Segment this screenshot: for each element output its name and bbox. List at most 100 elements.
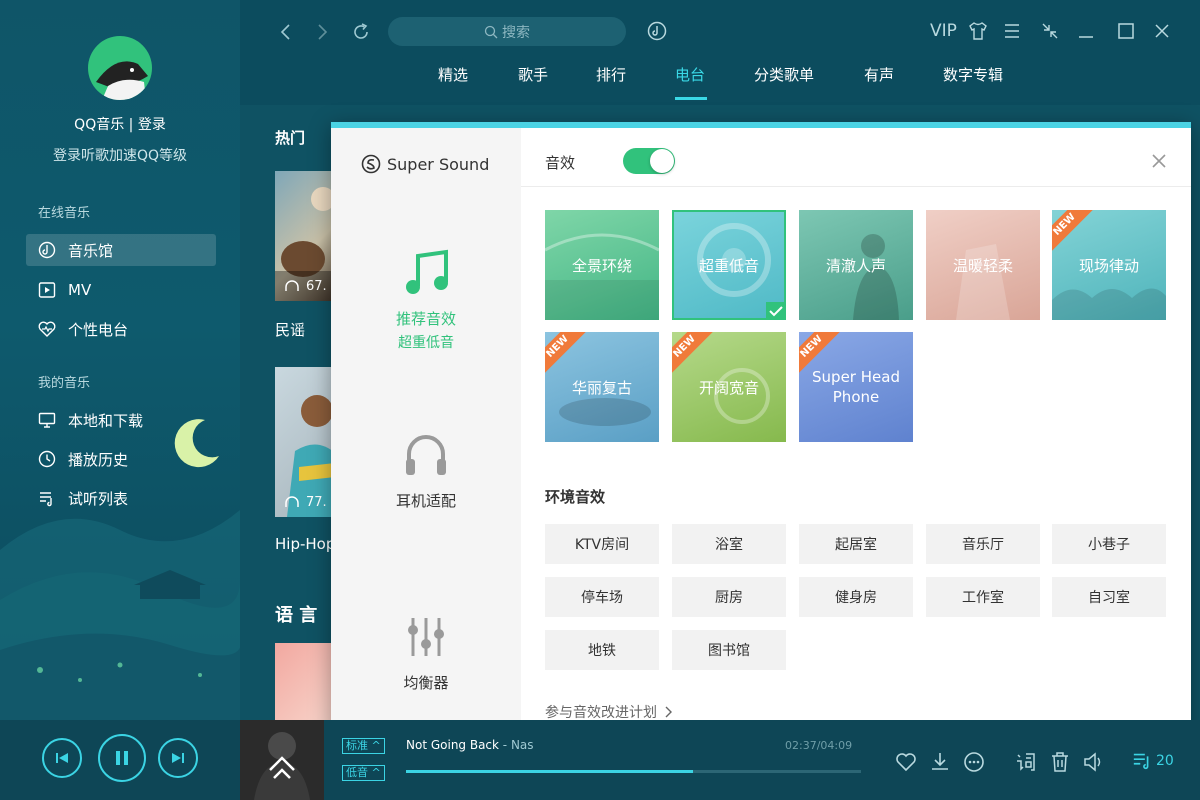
toggle-knob bbox=[650, 149, 674, 173]
sound-effect-button[interactable]: 低音 ^ bbox=[342, 765, 385, 781]
side-tab-sublabel: 超重低音 bbox=[398, 335, 454, 351]
radio-card-language[interactable] bbox=[275, 643, 335, 720]
env-button-bathroom[interactable]: 浴室 bbox=[672, 524, 786, 564]
sidebar-item-local-download[interactable]: 本地和下载 bbox=[26, 404, 216, 436]
sidebar-item-trial-list[interactable]: 试听列表 bbox=[26, 482, 216, 514]
effect-tile-retro[interactable]: NEW 华丽复古 bbox=[545, 332, 659, 442]
env-button-kitchen[interactable]: 厨房 bbox=[672, 577, 786, 617]
section-my-music: 我的音乐 bbox=[38, 376, 91, 391]
music-recognition-icon[interactable] bbox=[646, 20, 668, 42]
sidebar: QQ音乐 | 登录 登录听歌加速QQ等级 在线音乐 音乐馆 MV 个性电台 我的… bbox=[0, 0, 240, 720]
playlist-button[interactable]: 20 bbox=[1132, 750, 1174, 772]
tab-audiobooks[interactable]: 有声 bbox=[864, 64, 894, 85]
tab-categories[interactable]: 分类歌单 bbox=[754, 64, 814, 85]
tab-digital-albums[interactable]: 数字专辑 bbox=[943, 64, 1003, 85]
more-icon[interactable] bbox=[962, 750, 986, 774]
env-button-subway[interactable]: 地铁 bbox=[545, 630, 659, 670]
back-arrow-icon[interactable] bbox=[276, 22, 296, 42]
album-cover[interactable] bbox=[240, 720, 324, 800]
clock-icon bbox=[38, 450, 56, 468]
song-title[interactable]: Not Going Back bbox=[406, 738, 499, 752]
login-link[interactable]: QQ音乐 | 登录 bbox=[0, 114, 240, 134]
tab-radio[interactable]: 电台 bbox=[675, 64, 705, 85]
plan-link-label: 参与音效改进计划 bbox=[545, 705, 657, 721]
env-section-title: 环境音效 bbox=[545, 488, 606, 506]
radio-card-title[interactable]: Hip-Hop bbox=[275, 535, 335, 553]
maximize-icon[interactable] bbox=[1116, 21, 1136, 41]
effect-tile-live[interactable]: NEW 现场律动 bbox=[1052, 210, 1166, 320]
refresh-icon[interactable] bbox=[350, 21, 372, 43]
next-button[interactable] bbox=[158, 738, 198, 778]
download-icon[interactable] bbox=[928, 750, 952, 774]
minimize-icon[interactable] bbox=[1076, 21, 1096, 41]
search-placeholder: 搜索 bbox=[502, 24, 530, 41]
env-button-alley[interactable]: 小巷子 bbox=[1052, 524, 1166, 564]
penguin-logo-icon bbox=[96, 61, 148, 100]
menu-icon[interactable] bbox=[1002, 21, 1022, 41]
effect-toggle[interactable] bbox=[623, 148, 675, 174]
avatar[interactable] bbox=[88, 36, 152, 100]
sidebar-item-radio[interactable]: 个性电台 bbox=[26, 313, 216, 345]
sidebar-item-music-hall[interactable]: 音乐馆 bbox=[26, 234, 216, 266]
radio-card-title[interactable]: 民谣 bbox=[275, 319, 305, 340]
side-tab-headphone[interactable]: 耳机适配 bbox=[331, 428, 521, 518]
env-button-studio[interactable]: 工作室 bbox=[926, 577, 1040, 617]
effect-tile-warm-soft[interactable]: 温暖轻柔 bbox=[926, 210, 1040, 320]
sidebar-item-history[interactable]: 播放历史 bbox=[26, 443, 216, 475]
env-button-parking[interactable]: 停车场 bbox=[545, 577, 659, 617]
mini-mode-icon[interactable] bbox=[1040, 21, 1060, 41]
improvement-plan-link[interactable]: 参与音效改进计划 bbox=[545, 702, 675, 722]
chevron-right-icon bbox=[665, 706, 672, 718]
effect-tile-label: 华丽复古 bbox=[571, 378, 632, 397]
effect-tile-super-bass[interactable]: 超重低音 bbox=[672, 210, 786, 320]
album-art-image bbox=[254, 732, 310, 800]
env-button-ktv[interactable]: KTV房间 bbox=[545, 524, 659, 564]
side-tab-equalizer[interactable]: 均衡器 bbox=[331, 614, 521, 704]
vip-button[interactable]: VIP bbox=[930, 21, 957, 41]
env-button-library[interactable]: 图书馆 bbox=[672, 630, 786, 670]
next-icon bbox=[172, 753, 184, 763]
effect-tile-super-headphone[interactable]: NEW Super Head Phone bbox=[799, 332, 913, 442]
tab-singers[interactable]: 歌手 bbox=[518, 64, 548, 85]
env-button-living-room[interactable]: 起居室 bbox=[799, 524, 913, 564]
env-button-gym[interactable]: 健身房 bbox=[799, 577, 913, 617]
monitor-icon bbox=[38, 412, 56, 428]
pause-icon bbox=[116, 751, 128, 765]
sidebar-item-label: 个性电台 bbox=[68, 320, 129, 339]
progress-fill bbox=[406, 770, 693, 773]
lyrics-icon[interactable] bbox=[1014, 750, 1038, 774]
close-window-icon[interactable] bbox=[1152, 21, 1172, 41]
pause-button[interactable] bbox=[98, 734, 146, 782]
login-hint: 登录听歌加速QQ等级 bbox=[52, 148, 188, 164]
effect-tile-clear-vocal[interactable]: 清澈人声 bbox=[799, 210, 913, 320]
playlist-icon bbox=[40, 492, 52, 507]
player-bar: 标准 ^ 低音 ^ Not Going Back - Nas 02:37 / 0… bbox=[0, 720, 1200, 800]
search-box[interactable]: 搜索 bbox=[388, 17, 626, 46]
side-tab-recommend[interactable]: 推荐音效 超重低音 bbox=[331, 238, 521, 358]
env-button-study-room[interactable]: 自习室 bbox=[1052, 577, 1166, 617]
side-tab-label: 推荐音效 bbox=[395, 310, 456, 328]
like-heart-icon[interactable] bbox=[894, 750, 918, 774]
forward-arrow-icon[interactable] bbox=[312, 22, 332, 42]
sidebar-item-label: MV bbox=[68, 281, 92, 299]
previous-button[interactable] bbox=[42, 738, 82, 778]
progress-track[interactable] bbox=[406, 770, 861, 773]
headphone-small-icon bbox=[285, 280, 299, 291]
artist-name[interactable]: Nas bbox=[511, 738, 534, 752]
headphone-small-icon bbox=[285, 496, 299, 507]
sidebar-item-mv[interactable]: MV bbox=[26, 274, 216, 306]
volume-icon[interactable] bbox=[1082, 750, 1106, 774]
tab-charts[interactable]: 排行 bbox=[596, 64, 626, 85]
effect-tile-wide[interactable]: NEW 开阔宽音 bbox=[672, 332, 786, 442]
trash-icon[interactable] bbox=[1048, 750, 1072, 774]
card-play-count: 67. bbox=[306, 279, 327, 294]
top-bar: 搜索 VIP 精选 歌手 排行 电台 分类歌单 有声 数字专辑 bbox=[240, 0, 1200, 105]
close-dialog-icon[interactable] bbox=[1150, 152, 1168, 170]
effect-tile-panorama[interactable]: 全景环绕 bbox=[545, 210, 659, 320]
effect-tile-label: Super Head Phone bbox=[812, 368, 900, 406]
env-button-concert-hall[interactable]: 音乐厅 bbox=[926, 524, 1040, 564]
skin-shirt-icon[interactable] bbox=[967, 20, 989, 42]
tab-featured[interactable]: 精选 bbox=[438, 64, 468, 85]
equalizer-icon bbox=[408, 618, 444, 656]
quality-standard-button[interactable]: 标准 ^ bbox=[342, 738, 385, 754]
